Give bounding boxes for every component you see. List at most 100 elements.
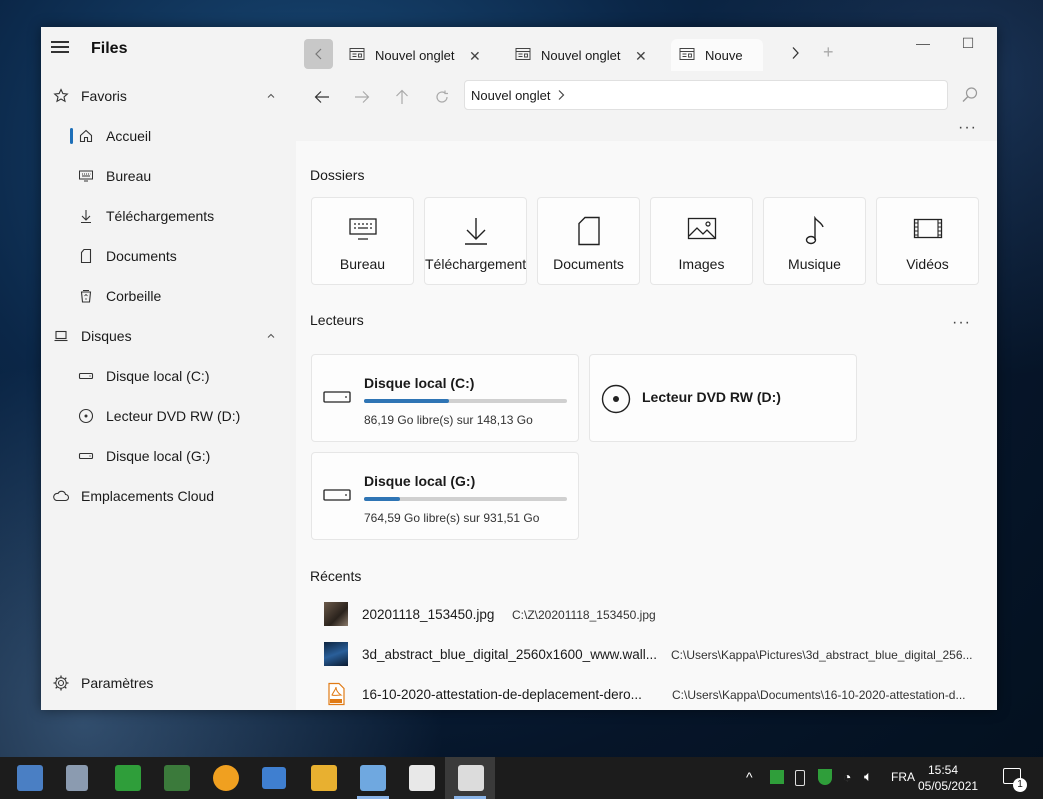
hamburger-menu-icon[interactable] [51,41,71,55]
recent-item[interactable]: 16-10-2020-attestation-de-deplacement-de… [324,682,984,708]
pdf-file-icon [328,682,345,706]
laptop-icon [52,327,70,345]
recent-item[interactable]: 20201118_153450.jpg C:\Z\20201118_153450… [324,602,984,628]
main-area: Nouvel onglet ✕ Nouvel onglet ✕ Nouve + … [296,27,997,710]
volume-icon[interactable]: 🔈︎ [864,768,872,785]
sticky-notes-icon[interactable] [262,767,286,789]
recent-file-name: 20201118_153450.jpg [362,607,495,622]
files-app-icon[interactable] [458,765,484,791]
chevron-up-icon[interactable] [266,331,276,341]
search-button[interactable] [961,86,979,109]
folder-card-bureau[interactable]: Bureau [311,197,414,285]
app-title: Files [91,40,128,57]
recent-item[interactable]: 3d_abstract_blue_digital_2560x1600_www.w… [324,642,984,668]
folder-card-documents[interactable]: Documents [537,197,640,285]
breadcrumb[interactable]: Nouvel onglet [471,88,551,103]
star-icon [52,87,70,105]
tab-scroll-right-button[interactable] [790,46,800,65]
tab-label: Nouvel onglet [541,48,621,63]
dvd-icon [77,407,95,425]
drive-usage-fill [364,497,401,501]
forward-button[interactable] [350,85,374,109]
drive-card-g[interactable]: Disque local (G:) 764,59 Go libre(s) sur… [311,452,579,540]
recent-file-path: C:\Z\20201118_153450.jpg [512,608,656,622]
folder-label: Documents [553,256,624,272]
taskbar-app-icon[interactable] [66,765,88,791]
settings-button[interactable]: Paramètres [41,665,296,701]
tab-2[interactable]: Nouvel onglet ✕ [507,39,657,71]
file-explorer-icon[interactable] [311,765,337,791]
sidebar-item-label: Lecteur DVD RW (D:) [106,408,241,424]
more-options-button[interactable]: ··· [958,119,977,137]
chevron-right-icon [792,47,799,59]
drive-icon [323,391,351,403]
tab-3-active[interactable]: Nouve [671,39,763,71]
tab-icon [515,48,531,60]
up-button[interactable] [390,85,414,109]
folder-card-telechargements[interactable]: Téléchargements [424,197,527,285]
folder-label: Vidéos [906,256,949,272]
notepad-plus-plus-icon[interactable] [409,765,435,791]
add-tab-icon[interactable]: + [823,42,834,63]
sidebar-item-cloud[interactable]: Emplacements Cloud [41,478,296,514]
wifi-icon[interactable]: ◔ [843,769,851,785]
folder-label: Musique [788,256,841,272]
sidebar-item-label: Accueil [106,128,152,144]
sidebar-item-telechargements[interactable]: Téléchargements [41,198,296,234]
sidebar-item-documents[interactable]: Documents [41,238,296,274]
media-player-icon[interactable] [213,765,239,791]
sidebar-group-favorites[interactable]: Favoris [41,78,296,114]
sidebar-item-bureau[interactable]: Bureau [41,158,296,194]
clock-time: 15:54 [927,763,959,777]
recent-file-name: 3d_abstract_blue_digital_2560x1600_www.w… [362,647,657,662]
taskbar-upload-app-icon[interactable] [115,765,141,791]
document-icon [538,216,639,246]
recent-file-name: 16-10-2020-attestation-de-deplacement-de… [362,687,642,702]
download-icon [77,207,95,225]
drive-card-d[interactable]: Lecteur DVD RW (D:) [589,354,857,442]
sidebar-group-drives[interactable]: Disques [41,318,296,354]
start-menu-icon[interactable] [17,765,43,791]
sidebar-item-label: Emplacements Cloud [81,488,215,504]
clock[interactable]: 15:54 05/05/2021 [918,762,978,794]
sidebar-item-corbeille[interactable]: Corbeille [41,278,296,314]
tray-upload-icon[interactable] [770,770,784,784]
minimize-button[interactable]: — [908,35,938,51]
folder-card-images[interactable]: Images [650,197,753,285]
sidebar-item-drive-d[interactable]: Lecteur DVD RW (D:) [41,398,296,434]
image-icon [651,216,752,244]
folder-label: Images [678,256,725,272]
close-tab-icon[interactable]: ✕ [635,48,647,65]
taskbar-app-icon[interactable] [164,765,190,791]
back-button[interactable] [310,85,334,109]
section-title-recent: Récents [310,568,362,584]
file-thumbnail [324,642,348,666]
sidebar: Files Favoris Accueil Bureau Téléchargem… [41,27,296,710]
home-icon [77,127,95,145]
folder-card-videos[interactable]: Vidéos [876,197,979,285]
maximize-button[interactable]: ☐ [953,35,983,52]
refresh-icon [436,90,448,103]
tab-scroll-left-button[interactable] [304,39,333,69]
input-language[interactable]: FRA [891,770,915,799]
chevron-right-icon[interactable] [557,89,565,101]
usb-device-icon[interactable] [795,770,805,786]
folder-card-musique[interactable]: Musique [763,197,866,285]
address-bar[interactable]: Nouvel onglet [464,80,948,110]
drives-more-options-button[interactable]: ··· [952,314,971,332]
sidebar-group-label: Disques [81,328,132,344]
drive-card-c[interactable]: Disque local (C:) 86,19 Go libre(s) sur … [311,354,579,442]
notepad-app-icon[interactable] [360,765,386,791]
sidebar-item-drive-g[interactable]: Disque local (G:) [41,438,296,474]
show-hidden-icons-chevron-icon[interactable]: ^ [746,769,753,799]
tab-1[interactable]: Nouvel onglet ✕ [341,39,491,71]
chevron-up-icon[interactable] [266,91,276,101]
sidebar-item-label: Disque local (G:) [106,448,211,464]
refresh-button[interactable] [430,85,454,109]
close-tab-icon[interactable]: ✕ [469,48,481,65]
sidebar-item-accueil[interactable]: Accueil [41,118,296,154]
sidebar-item-drive-c[interactable]: Disque local (C:) [41,358,296,394]
sidebar-item-label: Documents [106,248,177,264]
security-shield-icon[interactable] [818,769,832,785]
taskbar: ^ ◔ 🔈︎ FRA 15:54 05/05/2021 1 [0,757,1043,799]
